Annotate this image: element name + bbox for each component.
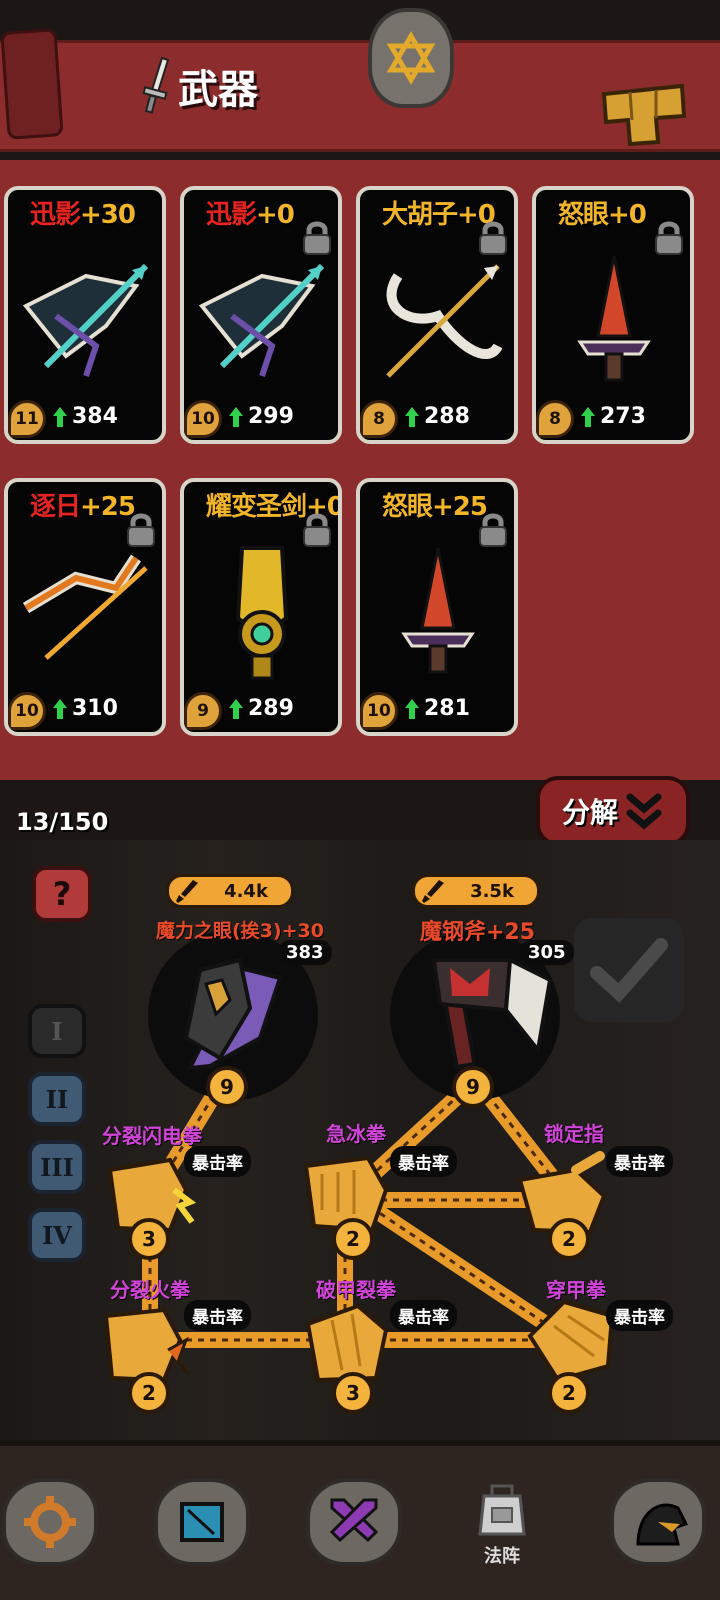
skill-2-level: 2 [332,1218,374,1260]
skill-1-stat: 暴击率 [184,1146,251,1177]
nav-battle[interactable] [284,1452,424,1592]
skill-3-name: 锁定指 [544,1122,604,1146]
skill-6-name: 穿甲拳 [546,1278,606,1302]
eye-mace-weapon-icon[interactable] [160,948,300,1078]
sword-badge-icon [422,880,444,903]
weapon-slot-2-badge: 3.5k [412,874,540,908]
backpack-icon [478,1484,526,1536]
sword-badge-icon [176,880,198,903]
nav-stone [154,1478,250,1566]
map-icon [180,1502,224,1542]
nav-formation-label: 法阵 [484,1546,520,1567]
skill-1-level: 3 [128,1218,170,1260]
weapon-slot-2-score: 3.5k [470,880,514,902]
confirm-button[interactable] [574,918,684,1022]
crossed-swords-icon [329,1498,379,1543]
skill-3-stat: 暴击率 [606,1146,673,1177]
nav-stone [2,1478,98,1566]
tier-tab-4[interactable]: IV [28,1208,86,1262]
skill-5-name: 破甲裂拳 [316,1278,396,1302]
hood-icon [636,1503,688,1546]
skill-4-name: 分裂火拳 [110,1278,190,1302]
weapon-slot-1-badge: 4.4k [166,874,294,908]
skill-2-stat: 暴击率 [390,1146,457,1177]
skill-5-level: 3 [332,1372,374,1414]
skill-2-name: 急冰拳 [326,1122,386,1146]
nav-stone [306,1478,402,1566]
skill-3-level: 2 [548,1218,590,1260]
help-button[interactable]: ? [32,866,92,922]
tier-tab-2[interactable]: II [28,1072,86,1126]
nav-formation[interactable]: 法阵 [432,1452,572,1592]
weapon-slot-1-level: 9 [206,1066,248,1108]
nav-settings[interactable] [0,1452,120,1592]
nav-hero[interactable] [588,1452,720,1592]
tier-tab-1[interactable]: I [28,1004,86,1058]
steel-axe-weapon-icon[interactable] [410,940,560,1070]
weapon-slot-1-score: 4.4k [224,880,268,902]
nav-stone [610,1478,706,1566]
nav-map[interactable] [132,1452,272,1592]
weapon-slot-2-level: 9 [452,1066,494,1108]
skill-6-stat: 暴击率 [606,1300,673,1331]
skill-4-level: 2 [128,1372,170,1414]
skill-1-name: 分裂闪电拳 [102,1124,202,1148]
skill-5-stat: 暴击率 [390,1300,457,1331]
pierce-fist-icon[interactable] [524,1296,620,1382]
skill-6-level: 2 [548,1372,590,1414]
gear-icon [24,1496,76,1548]
weapon-slot-1-name: 魔力之眼(挨3)+30 [156,920,324,942]
tier-tab-3[interactable]: III [28,1140,86,1194]
check-icon [590,938,668,1003]
skill-4-stat: 暴击率 [184,1300,251,1331]
